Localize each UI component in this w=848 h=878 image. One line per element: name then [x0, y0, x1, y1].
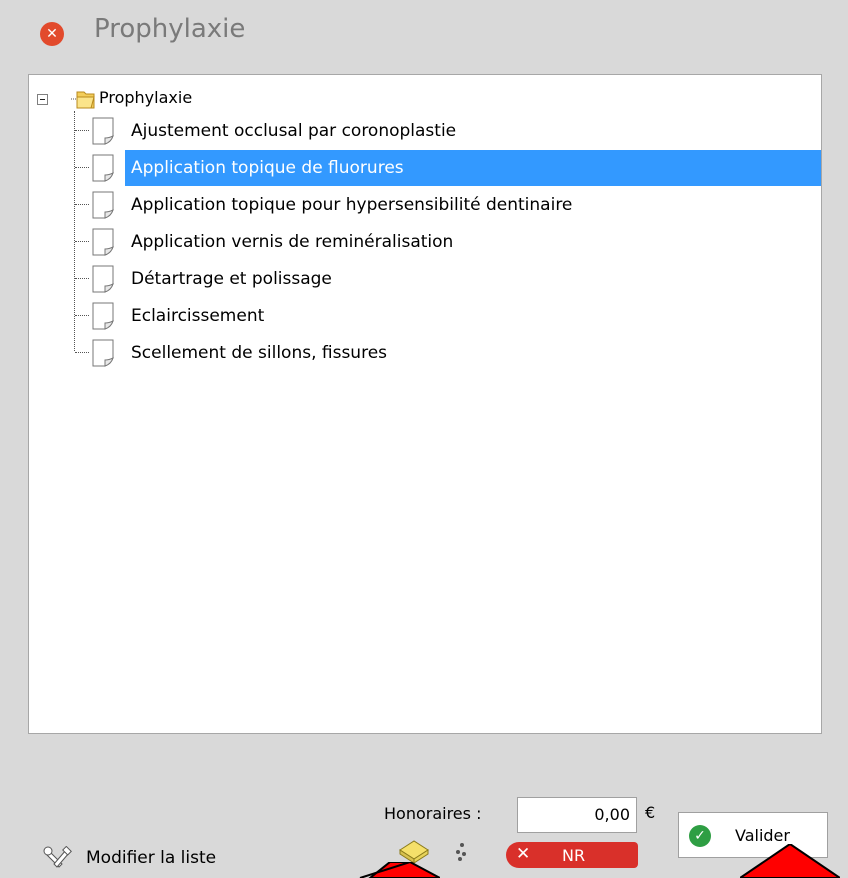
document-icon: [92, 339, 114, 367]
modifier-label: Modifier la liste: [86, 848, 217, 868]
document-icon: [92, 117, 114, 145]
tree-item-label: Application topique de fluorures: [131, 158, 404, 178]
check-icon: ✓: [689, 825, 711, 847]
honoraires-input[interactable]: 0,00: [517, 797, 637, 833]
tree-connector: [75, 130, 89, 131]
tree-item-label: Ajustement occlusal par coronoplastie: [131, 121, 457, 141]
red-arrow-right: [740, 844, 840, 878]
dots-icon[interactable]: [454, 842, 470, 862]
tree-connector: [75, 167, 89, 168]
folder-open-icon: [71, 91, 95, 109]
tree-item[interactable]: Eclaircissement: [29, 298, 821, 334]
red-arrow-left: [359, 862, 440, 878]
document-icon: [92, 191, 114, 219]
close-icon[interactable]: ✕: [40, 22, 64, 46]
tree-item-label: Eclaircissement: [131, 306, 265, 326]
tree-item[interactable]: Application topique pour hypersensibilit…: [29, 187, 821, 223]
document-icon: [92, 265, 114, 293]
tree-item[interactable]: Ajustement occlusal par coronoplastie: [29, 113, 821, 149]
tree-view[interactable]: Prophylaxie Ajustement occlusal par coro…: [28, 74, 822, 734]
window-title: Prophylaxie: [94, 14, 246, 44]
tools-icon: [43, 846, 72, 868]
tree-item[interactable]: Application vernis de reminéralisation: [29, 224, 821, 260]
tree-connector: [75, 352, 89, 353]
tree-connector: [75, 315, 89, 316]
document-icon: [92, 228, 114, 256]
tree-connector: [75, 204, 89, 205]
collapse-icon[interactable]: [37, 94, 48, 105]
tree-item-label: Détartrage et polissage: [131, 269, 332, 289]
document-icon: [92, 154, 114, 182]
document-icon: [92, 302, 114, 330]
tree-item[interactable]: Application topique de fluorures: [29, 150, 821, 186]
tree-root-label: Prophylaxie: [99, 88, 193, 107]
tree-connector: [75, 241, 89, 242]
title-bar: ✕ Prophylaxie: [0, 0, 848, 66]
valider-label: Valider: [735, 826, 790, 845]
nr-badge[interactable]: ✕ NR: [506, 842, 638, 868]
tree-item[interactable]: Scellement de sillons, fissures: [29, 335, 821, 371]
currency-label: €: [645, 803, 656, 822]
nr-label: NR: [562, 846, 586, 865]
tree-connector: [75, 278, 89, 279]
tree-item-label: Application topique pour hypersensibilit…: [131, 195, 573, 215]
tree-item-label: Scellement de sillons, fissures: [131, 343, 388, 363]
tree-root[interactable]: Prophylaxie: [29, 83, 821, 113]
honoraires-label: Honoraires :: [384, 804, 482, 823]
tree-item-label: Application vernis de reminéralisation: [131, 232, 454, 252]
x-icon: ✕: [516, 844, 531, 864]
tree-item[interactable]: Détartrage et polissage: [29, 261, 821, 297]
